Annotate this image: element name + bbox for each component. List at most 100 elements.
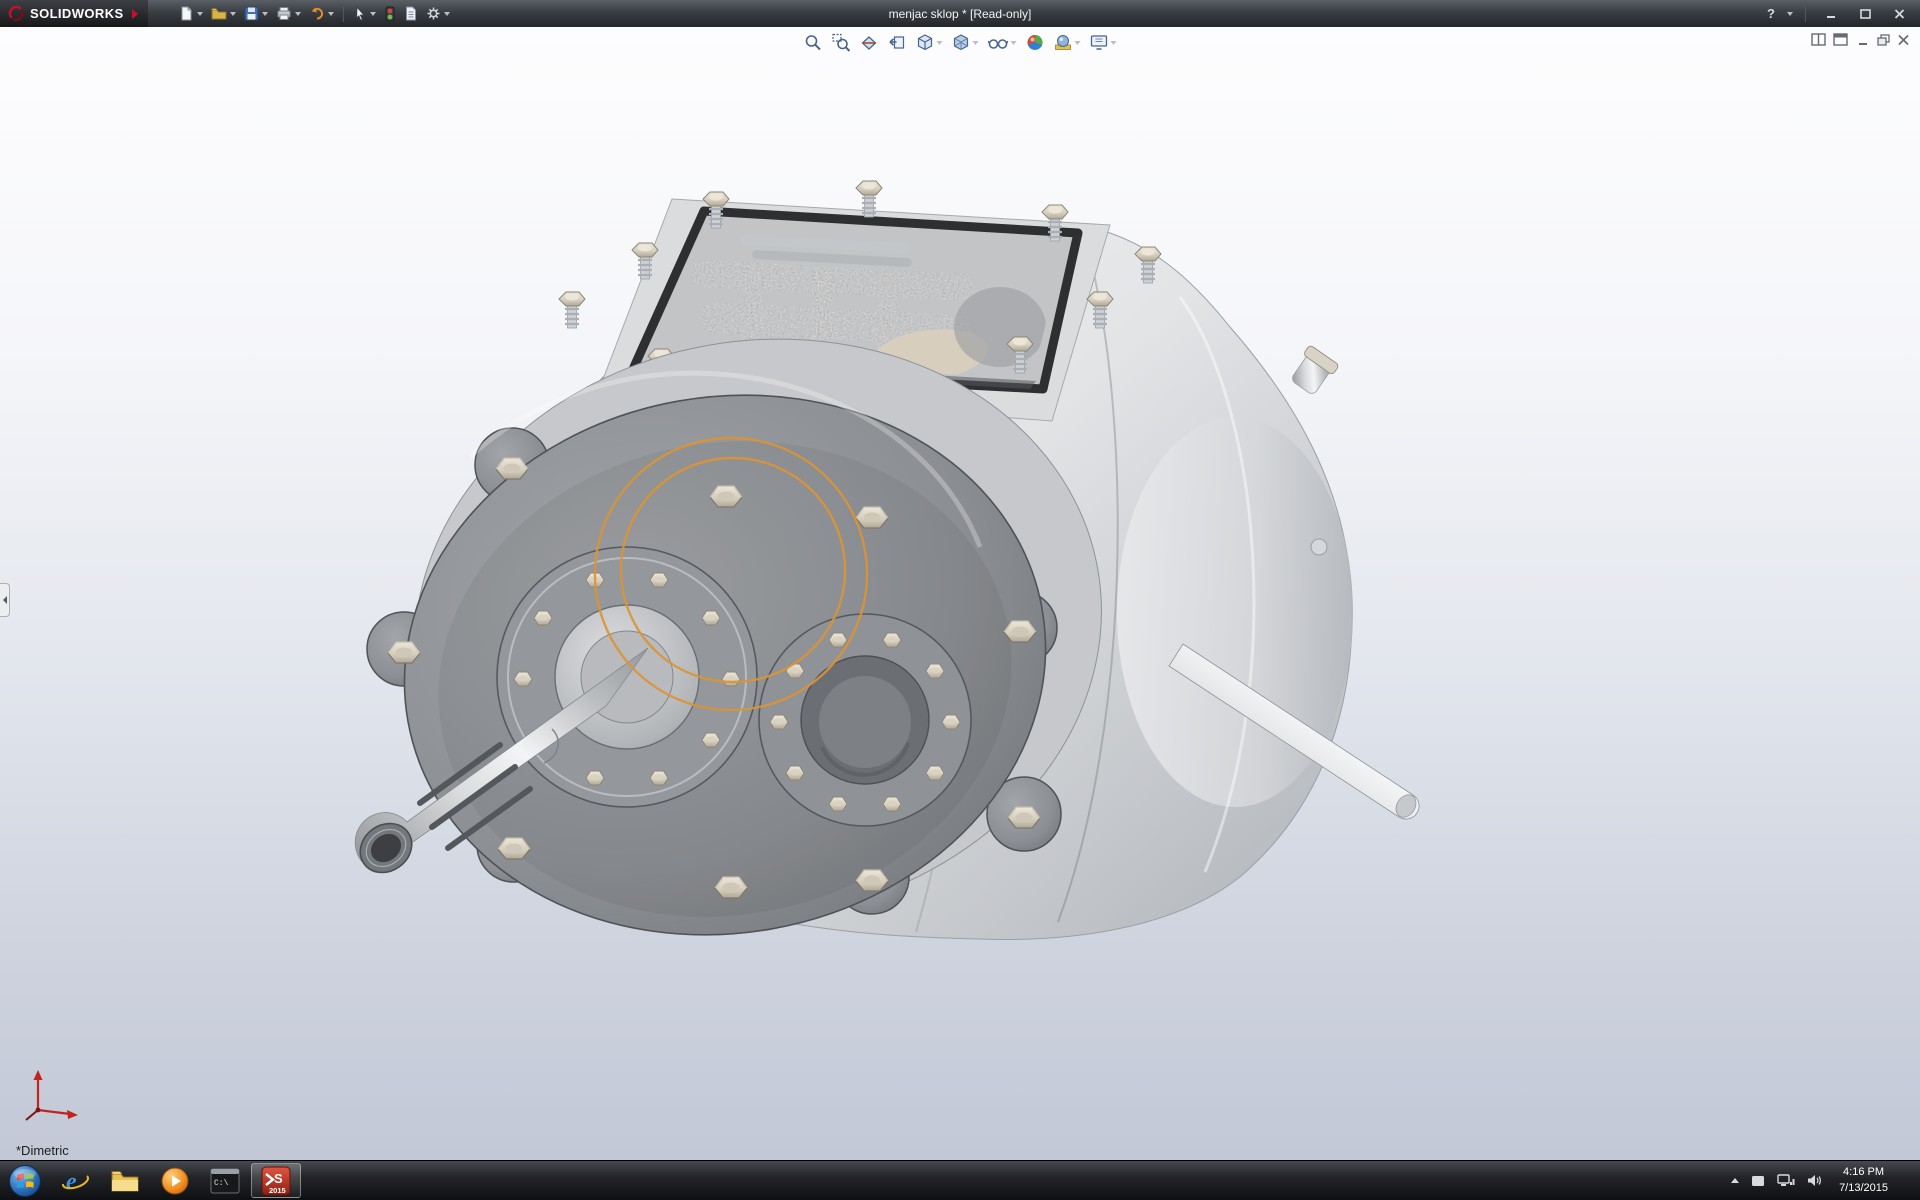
options-gear-icon [426, 6, 441, 21]
start-button[interactable] [0, 1161, 50, 1200]
brand-text: SOLIDWORKS [30, 6, 124, 21]
speaker-icon[interactable] [1806, 1173, 1822, 1188]
open-button[interactable] [208, 4, 239, 23]
gearbox-model[interactable] [0, 27, 1920, 1160]
clock-time: 4:16 PM [1839, 1165, 1888, 1180]
new-button[interactable] [176, 4, 206, 23]
select-button[interactable] [350, 4, 379, 23]
view-orientation-cube-icon [916, 33, 935, 52]
taskbar-file-explorer[interactable] [100, 1161, 150, 1200]
folder-icon [110, 1168, 140, 1194]
options-button[interactable] [423, 4, 453, 23]
document-window-controls [1811, 33, 1910, 46]
taskbar-solidworks[interactable]: S 2015 [251, 1163, 301, 1198]
open-folder-icon [211, 6, 227, 21]
zoom-to-fit-icon [804, 33, 823, 52]
previous-view-icon [888, 33, 907, 52]
child-window-controls [1857, 34, 1910, 46]
zoom-to-area-icon [832, 33, 851, 52]
taskbar-clock[interactable]: 4:16 PM 7/13/2015 [1833, 1165, 1894, 1196]
taskbar-media-player[interactable] [150, 1161, 200, 1200]
svg-text:C:\: C:\ [214, 1179, 229, 1188]
taskbar-internet-explorer[interactable]: e [50, 1161, 100, 1200]
dropdown-arrow-icon [197, 12, 203, 16]
dropdown-arrow-icon [295, 12, 301, 16]
show-hidden-icons-chevron[interactable] [1731, 1178, 1739, 1183]
rebuild-trafficlight-icon [384, 6, 396, 22]
view-orientation-button[interactable] [914, 31, 945, 54]
svg-text:e: e [66, 1169, 77, 1195]
orientation-triad [18, 1064, 88, 1124]
restore-document-icon[interactable] [1877, 34, 1890, 46]
dropdown-arrow-icon [230, 12, 236, 16]
help-dropdown-arrow-icon[interactable] [1787, 12, 1793, 16]
hide-show-items-button[interactable] [986, 31, 1019, 54]
print-button[interactable] [273, 4, 304, 23]
previous-view-button[interactable] [886, 31, 909, 54]
dropdown-arrow-icon [1111, 41, 1117, 45]
taskbar-command-prompt[interactable]: C:\ [200, 1161, 250, 1200]
controls-separator [1805, 6, 1806, 22]
display-style-icon [952, 33, 971, 52]
zoom-to-fit-button[interactable] [802, 31, 825, 54]
view-orientation-label: *Dimetric [16, 1143, 69, 1158]
view-settings-button[interactable] [1088, 31, 1119, 54]
headsup-view-toolbar [802, 31, 1119, 54]
new-document-icon [179, 6, 194, 21]
pane-controls [1811, 33, 1848, 46]
svg-text:2015: 2015 [269, 1186, 286, 1195]
undo-button[interactable] [306, 4, 337, 23]
file-properties-button[interactable] [401, 4, 421, 23]
printer-icon [276, 6, 292, 21]
solidworks-app-icon: S 2015 [261, 1166, 291, 1196]
window-controls: ? [1765, 5, 1920, 23]
dropdown-arrow-icon [937, 41, 943, 45]
maximize-icon [1860, 9, 1871, 19]
clock-date: 7/13/2015 [1839, 1181, 1888, 1196]
dropdown-arrow-icon [1011, 41, 1017, 45]
close-button[interactable] [1886, 5, 1912, 23]
save-floppy-icon [244, 6, 259, 21]
start-orb-icon [8, 1164, 42, 1198]
select-cursor-icon [353, 6, 367, 21]
edit-appearance-ball-icon [1026, 33, 1045, 52]
window-title: menjac sklop * [Read-only] [889, 7, 1032, 21]
maximize-button[interactable] [1852, 5, 1878, 23]
network-icon[interactable] [1777, 1173, 1795, 1188]
full-screen-icon[interactable] [1833, 33, 1848, 46]
zoom-to-area-button[interactable] [830, 31, 853, 54]
dropdown-arrow-icon [973, 41, 979, 45]
split-pane-icon[interactable] [1811, 33, 1826, 46]
apply-scene-button[interactable] [1052, 31, 1083, 54]
tray-app-icon[interactable] [1750, 1174, 1766, 1188]
secondary-bearing-cover[interactable] [759, 614, 971, 826]
titlebar: SOLIDWORKS [0, 0, 1920, 27]
ds-logo-icon [8, 5, 25, 22]
brand-chevron-icon [132, 9, 138, 19]
media-player-icon [160, 1166, 190, 1196]
close-icon [1894, 9, 1905, 19]
toolbar-separator [343, 6, 344, 22]
close-document-icon[interactable] [1897, 34, 1910, 46]
hide-show-glasses-icon [988, 33, 1009, 52]
dropdown-arrow-icon [328, 12, 334, 16]
minimize-button[interactable] [1818, 5, 1844, 23]
section-view-button[interactable] [858, 31, 881, 54]
internet-explorer-icon: e [60, 1166, 90, 1196]
edit-appearance-button[interactable] [1024, 31, 1047, 54]
featuremanager-collapsed-tab[interactable] [0, 583, 10, 617]
dropdown-arrow-icon [1075, 41, 1081, 45]
dropdown-arrow-icon [262, 12, 268, 16]
breather-stub[interactable] [1287, 345, 1339, 398]
minimize-document-icon[interactable] [1857, 34, 1870, 46]
windows-taskbar: e C:\ S 2015 [0, 1160, 1920, 1200]
graphics-area[interactable]: *Dimetric [0, 27, 1920, 1160]
svg-text:S: S [274, 1171, 283, 1186]
help-button[interactable]: ? [1765, 6, 1777, 21]
section-view-icon [860, 33, 879, 52]
display-style-button[interactable] [950, 31, 981, 54]
dropdown-arrow-icon [444, 12, 450, 16]
rebuild-button[interactable] [381, 4, 399, 24]
save-button[interactable] [241, 4, 271, 23]
solidworks-logo[interactable]: SOLIDWORKS [0, 0, 148, 27]
